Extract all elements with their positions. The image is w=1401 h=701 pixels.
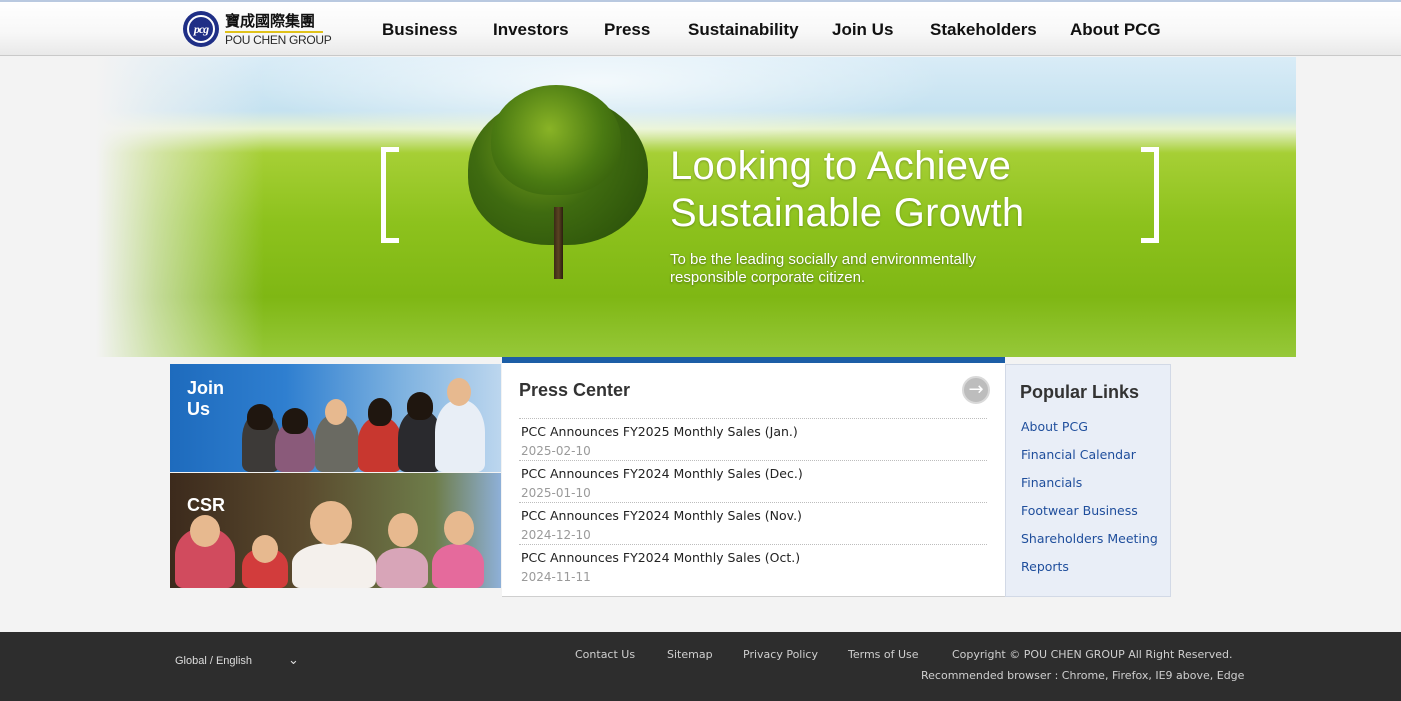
nav-sustainability[interactable]: Sustainability	[688, 20, 799, 40]
logo-english-name: POU CHEN GROUP	[225, 33, 332, 47]
nav-press[interactable]: Press	[604, 20, 650, 40]
logo-chinese-name: 寶成國際集團	[225, 12, 316, 30]
popular-links-panel: Popular Links About PCG Financial Calend…	[1005, 364, 1171, 597]
photo-hair	[282, 408, 308, 434]
hero-title-line-2: Sustainable Growth	[670, 191, 1025, 235]
hero-subtitle: To be the leading socially and environme…	[670, 251, 977, 286]
nav-business[interactable]: Business	[382, 20, 458, 40]
popular-link-reports[interactable]: Reports	[1021, 559, 1069, 574]
arrow-right-icon[interactable]: →	[962, 376, 990, 404]
join-us-label: Join Us	[187, 378, 225, 419]
photo-head	[252, 535, 278, 563]
divider	[519, 502, 987, 503]
nav-join-us[interactable]: Join Us	[832, 20, 893, 40]
pou-chen-logo[interactable]: pcg 寶成國際集團 POU CHEN GROUP	[183, 10, 332, 50]
popular-link-shareholders-meeting[interactable]: Shareholders Meeting	[1021, 531, 1158, 546]
footer-sitemap[interactable]: Sitemap	[667, 648, 713, 661]
hero-title: Looking to Achieve Sustainable Growth	[670, 143, 1150, 237]
press-headline[interactable]: PCC Announces FY2024 Monthly Sales (Oct.…	[521, 550, 981, 565]
popular-link-financials[interactable]: Financials	[1021, 475, 1082, 490]
divider	[519, 460, 987, 461]
press-item[interactable]: PCC Announces FY2024 Monthly Sales (Dec.…	[521, 466, 981, 500]
popular-link-financial-calendar[interactable]: Financial Calendar	[1021, 447, 1136, 462]
nav-stakeholders[interactable]: Stakeholders	[930, 20, 1037, 40]
hero-banner[interactable]: Looking to Achieve Sustainable Growth To…	[96, 57, 1296, 357]
press-date: 2024-12-10	[521, 528, 591, 542]
nav-investors[interactable]: Investors	[493, 20, 569, 40]
photo-head	[388, 513, 418, 547]
press-center-title: Press Center	[519, 380, 631, 400]
content-area: Join Us CSR Press Center → PCC Announces…	[170, 357, 1172, 597]
popular-link-about-pcg[interactable]: About PCG	[1021, 419, 1088, 434]
press-item[interactable]: PCC Announces FY2024 Monthly Sales (Nov.…	[521, 508, 981, 542]
photo-head	[190, 515, 220, 547]
photo-child	[432, 544, 484, 588]
divider	[519, 418, 987, 419]
press-item[interactable]: PCC Announces FY2024 Monthly Sales (Oct.…	[521, 550, 981, 584]
left-bracket	[381, 147, 399, 243]
press-center-panel: Press Center → PCC Announces FY2025 Mont…	[502, 357, 1005, 597]
photo-person	[435, 400, 485, 472]
press-headline[interactable]: PCC Announces FY2025 Monthly Sales (Jan.…	[521, 424, 981, 439]
copyright-text: Copyright © POU CHEN GROUP All Right Res…	[952, 648, 1233, 661]
popular-link-footwear-business[interactable]: Footwear Business	[1021, 503, 1138, 518]
photo-head	[447, 378, 471, 406]
popular-links-title: Popular Links	[1020, 382, 1140, 402]
divider	[519, 544, 987, 545]
nav-about-pcg[interactable]: About PCG	[1070, 20, 1161, 40]
photo-child	[376, 548, 428, 588]
photo-child	[292, 543, 376, 588]
press-headline[interactable]: PCC Announces FY2024 Monthly Sales (Nov.…	[521, 508, 981, 523]
chevron-down-icon: ⌄	[288, 652, 299, 667]
hero-title-line-1: Looking to Achieve	[670, 144, 1012, 188]
photo-hair	[407, 392, 433, 420]
press-date: 2025-01-10	[521, 486, 591, 500]
language-selector[interactable]: Global / English ⌄	[175, 652, 300, 667]
pcg-logo-mark: pcg	[183, 11, 219, 47]
photo-head	[325, 399, 347, 425]
photo-hair	[247, 404, 273, 430]
site-footer: Global / English ⌄ Contact Us Sitemap Pr…	[0, 632, 1401, 701]
footer-terms-of-use[interactable]: Terms of Use	[848, 648, 919, 661]
press-headline[interactable]: PCC Announces FY2024 Monthly Sales (Dec.…	[521, 466, 981, 481]
press-item[interactable]: PCC Announces FY2025 Monthly Sales (Jan.…	[521, 424, 981, 458]
photo-head	[310, 501, 352, 545]
press-date: 2024-11-11	[521, 570, 591, 584]
csr-promo[interactable]: CSR	[170, 473, 501, 588]
photo-hair	[368, 398, 392, 426]
footer-privacy-policy[interactable]: Privacy Policy	[743, 648, 818, 661]
join-us-promo[interactable]: Join Us	[170, 364, 501, 472]
csr-label: CSR	[187, 495, 226, 515]
browser-note: Recommended browser : Chrome, Firefox, I…	[921, 669, 1245, 682]
footer-contact-us[interactable]: Contact Us	[575, 648, 635, 661]
press-date: 2025-02-10	[521, 444, 591, 458]
tree-trunk	[554, 207, 563, 279]
language-value: Global / English	[175, 655, 253, 667]
photo-head	[444, 511, 474, 545]
logo-mark-text: pcg	[187, 15, 215, 43]
tree-canopy-top	[491, 85, 621, 195]
top-navigation-bar: pcg 寶成國際集團 POU CHEN GROUP Business Inves…	[0, 0, 1401, 56]
